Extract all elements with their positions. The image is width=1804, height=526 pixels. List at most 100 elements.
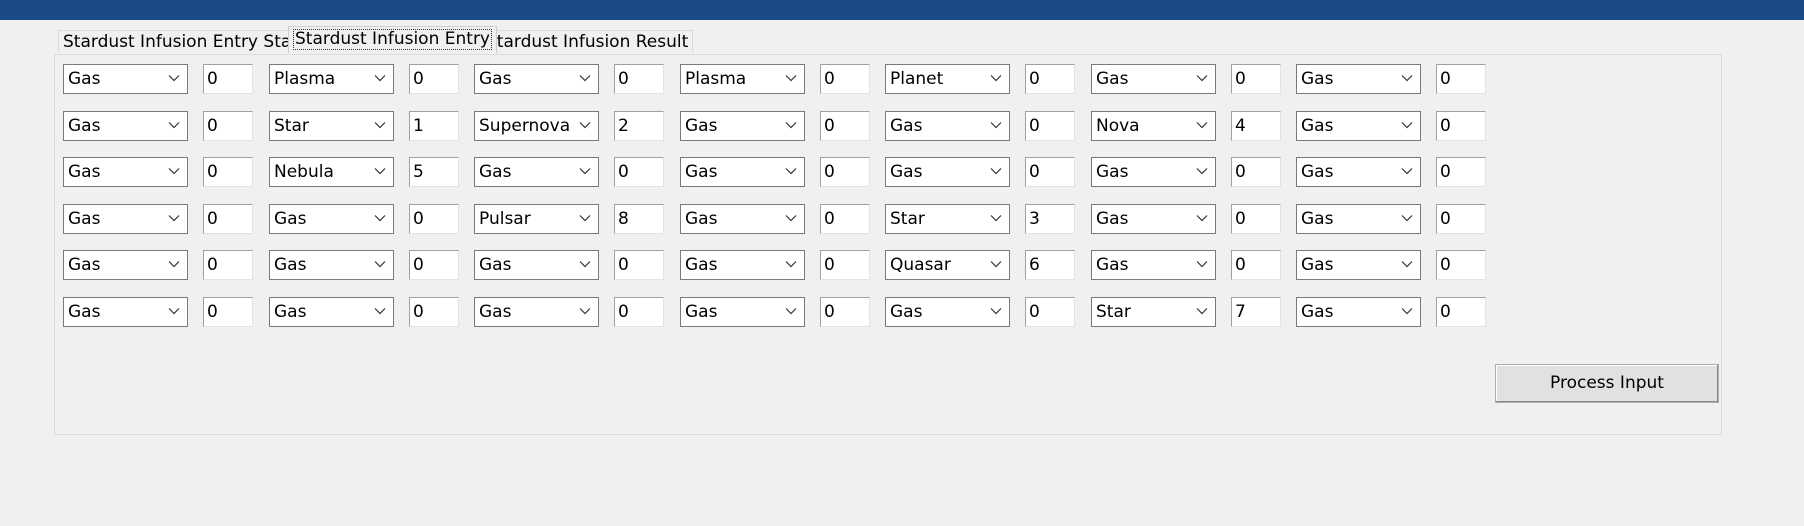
amount-field[interactable]: 0 bbox=[1231, 157, 1281, 187]
amount-field[interactable]: 6 bbox=[1025, 250, 1075, 280]
type-select[interactable]: Star bbox=[269, 111, 394, 141]
amount-field[interactable]: 0 bbox=[1231, 204, 1281, 234]
type-select[interactable]: Gas bbox=[63, 111, 188, 141]
type-select[interactable]: Plasma bbox=[680, 64, 805, 94]
amount-field[interactable]: 0 bbox=[614, 157, 664, 187]
amount-field[interactable]: 0 bbox=[820, 204, 870, 234]
type-select[interactable]: Gas bbox=[63, 297, 188, 327]
type-select-value: Gas bbox=[685, 255, 718, 275]
amount-field[interactable]: 0 bbox=[203, 204, 253, 234]
amount-field[interactable]: 0 bbox=[203, 297, 253, 327]
amount-field[interactable]: 0 bbox=[1436, 111, 1486, 141]
type-select[interactable]: Gas bbox=[1091, 64, 1216, 94]
type-select[interactable]: Gas bbox=[680, 157, 805, 187]
amount-field[interactable]: 0 bbox=[409, 250, 459, 280]
chevron-down-icon bbox=[1401, 75, 1413, 82]
chevron-down-icon bbox=[1401, 261, 1413, 268]
type-select[interactable]: Nova bbox=[1091, 111, 1216, 141]
amount-field[interactable]: 0 bbox=[820, 111, 870, 141]
amount-field[interactable]: 0 bbox=[820, 64, 870, 94]
amount-field[interactable]: 0 bbox=[1231, 250, 1281, 280]
type-select[interactable]: Pulsar bbox=[474, 204, 599, 234]
type-select-value: Gas bbox=[890, 116, 923, 136]
amount-field[interactable]: 3 bbox=[1025, 204, 1075, 234]
type-select[interactable]: Gas bbox=[680, 204, 805, 234]
type-select[interactable]: Gas bbox=[1091, 250, 1216, 280]
type-select[interactable]: Gas bbox=[1296, 204, 1421, 234]
amount-field[interactable]: 0 bbox=[203, 64, 253, 94]
amount-field[interactable]: 0 bbox=[1436, 157, 1486, 187]
amount-field[interactable]: 0 bbox=[203, 111, 253, 141]
amount-field[interactable]: 0 bbox=[203, 157, 253, 187]
type-select[interactable]: Gas bbox=[269, 250, 394, 280]
type-select[interactable]: Gas bbox=[269, 204, 394, 234]
amount-field[interactable]: 0 bbox=[820, 250, 870, 280]
type-select[interactable]: Gas bbox=[474, 157, 599, 187]
type-select[interactable]: Star bbox=[1091, 297, 1216, 327]
amount-field[interactable]: 0 bbox=[820, 297, 870, 327]
chevron-down-icon bbox=[990, 75, 1002, 82]
type-select[interactable]: Quasar bbox=[885, 250, 1010, 280]
type-select[interactable]: Gas bbox=[680, 111, 805, 141]
type-select[interactable]: Gas bbox=[63, 64, 188, 94]
amount-field[interactable]: 2 bbox=[614, 111, 664, 141]
type-select-value: Gas bbox=[685, 302, 718, 322]
type-select[interactable]: Gas bbox=[474, 250, 599, 280]
tab-entry-start[interactable]: Stardust Infusion Entry Start bbox=[58, 30, 310, 52]
amount-field[interactable]: 0 bbox=[1025, 297, 1075, 327]
amount-field[interactable]: 0 bbox=[1025, 111, 1075, 141]
amount-field[interactable]: 0 bbox=[1436, 250, 1486, 280]
amount-field[interactable]: 4 bbox=[1231, 111, 1281, 141]
type-select-value: Gas bbox=[685, 116, 718, 136]
type-select[interactable]: Gas bbox=[1296, 111, 1421, 141]
amount-field[interactable]: 0 bbox=[614, 64, 664, 94]
amount-field[interactable]: 0 bbox=[1436, 204, 1486, 234]
amount-field[interactable]: 0 bbox=[409, 64, 459, 94]
type-select[interactable]: Gas bbox=[269, 297, 394, 327]
type-select[interactable]: Gas bbox=[885, 111, 1010, 141]
amount-field[interactable]: 0 bbox=[1436, 64, 1486, 94]
amount-field[interactable]: 0 bbox=[1231, 64, 1281, 94]
amount-field[interactable]: 1 bbox=[409, 111, 459, 141]
type-select[interactable]: Gas bbox=[63, 250, 188, 280]
type-select[interactable]: Gas bbox=[474, 297, 599, 327]
type-select[interactable]: Gas bbox=[885, 157, 1010, 187]
amount-field[interactable]: 0 bbox=[1436, 297, 1486, 327]
type-select[interactable]: Gas bbox=[63, 204, 188, 234]
type-select[interactable]: Star bbox=[885, 204, 1010, 234]
type-select[interactable]: Gas bbox=[63, 157, 188, 187]
type-select[interactable]: Gas bbox=[1296, 157, 1421, 187]
amount-field[interactable]: 0 bbox=[820, 157, 870, 187]
type-select[interactable]: Supernova bbox=[474, 111, 599, 141]
amount-field[interactable]: 0 bbox=[409, 204, 459, 234]
amount-field[interactable]: 0 bbox=[1025, 64, 1075, 94]
amount-field[interactable]: 0 bbox=[1025, 157, 1075, 187]
amount-field[interactable]: 0 bbox=[409, 297, 459, 327]
process-input-button[interactable]: Process Input bbox=[1495, 364, 1719, 403]
chevron-down-icon bbox=[785, 308, 797, 315]
type-select[interactable]: Gas bbox=[1296, 297, 1421, 327]
amount-field[interactable]: 0 bbox=[614, 297, 664, 327]
amount-field[interactable]: 0 bbox=[203, 250, 253, 280]
type-select[interactable]: Plasma bbox=[269, 64, 394, 94]
type-select[interactable]: Nebula bbox=[269, 157, 394, 187]
window-title-bar bbox=[0, 0, 1804, 20]
type-select[interactable]: Gas bbox=[1296, 64, 1421, 94]
amount-field[interactable]: 8 bbox=[614, 204, 664, 234]
type-select[interactable]: Planet bbox=[885, 64, 1010, 94]
amount-field[interactable]: 5 bbox=[409, 157, 459, 187]
type-select-value: Gas bbox=[1096, 69, 1129, 89]
tab-entry[interactable]: Stardust Infusion Entry bbox=[288, 26, 497, 53]
type-select[interactable]: Gas bbox=[1091, 204, 1216, 234]
amount-field[interactable]: 0 bbox=[614, 250, 664, 280]
type-select[interactable]: Gas bbox=[1296, 250, 1421, 280]
type-select[interactable]: Gas bbox=[1091, 157, 1216, 187]
tab-result[interactable]: Stardust Infusion Result bbox=[481, 30, 694, 52]
amount-field[interactable]: 7 bbox=[1231, 297, 1281, 327]
type-select[interactable]: Gas bbox=[680, 297, 805, 327]
type-select[interactable]: Gas bbox=[885, 297, 1010, 327]
type-select[interactable]: Gas bbox=[680, 250, 805, 280]
type-select[interactable]: Gas bbox=[474, 64, 599, 94]
type-select-value: Gas bbox=[274, 209, 307, 229]
chevron-down-icon bbox=[579, 122, 591, 129]
